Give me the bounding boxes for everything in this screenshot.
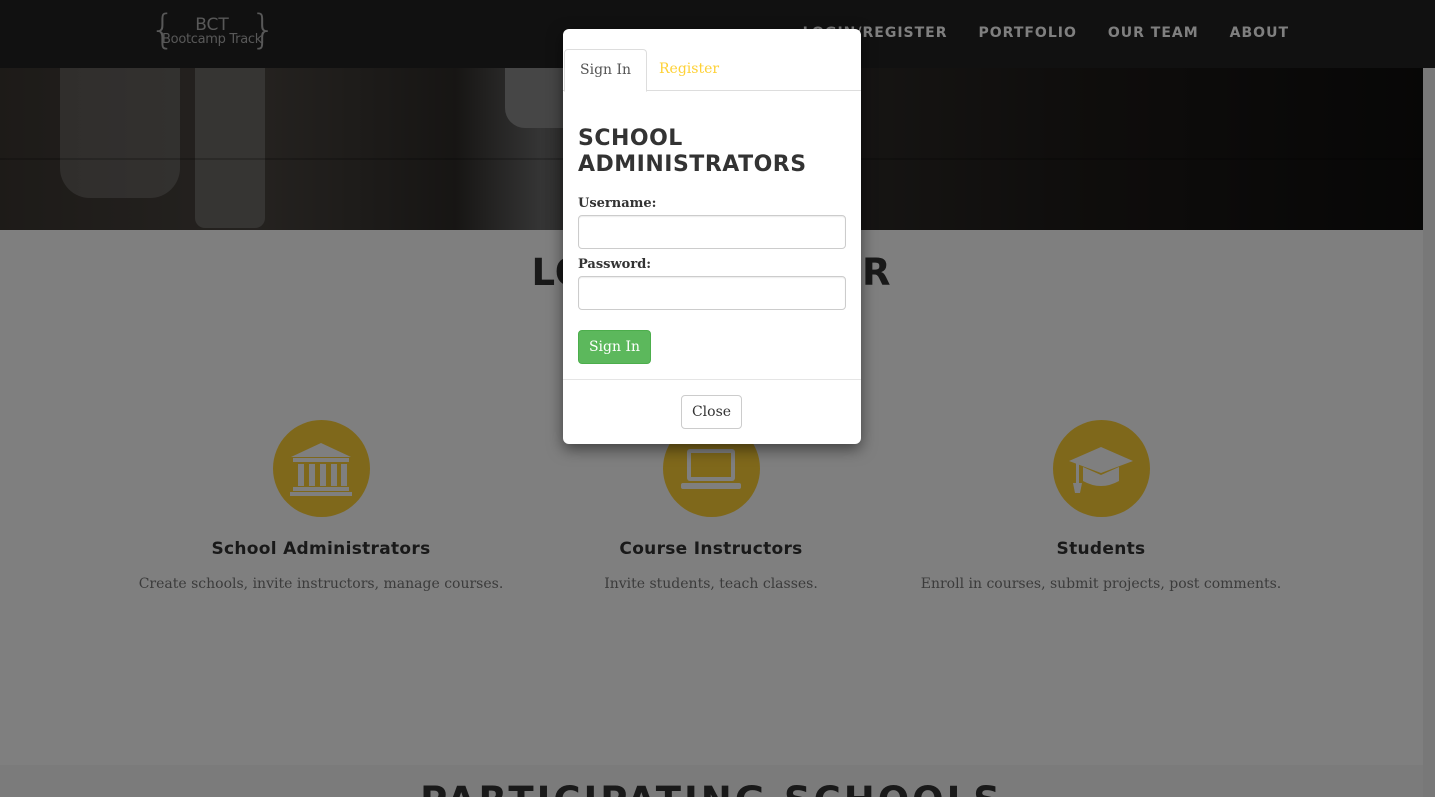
sign-in-button[interactable]: Sign In: [578, 330, 651, 364]
tab-sign-in[interactable]: Sign In: [564, 49, 648, 92]
username-input[interactable]: [578, 215, 846, 249]
password-input[interactable]: [578, 276, 846, 310]
password-label: Password:: [578, 257, 652, 272]
modal-tabs: Sign In Register: [563, 49, 861, 92]
login-modal: Sign In Register SCHOOL ADMINISTRATORS U…: [563, 29, 861, 444]
close-button[interactable]: Close: [681, 395, 742, 429]
modal-title: SCHOOL ADMINISTRATORS: [578, 126, 807, 177]
modal-footer-divider: [563, 379, 861, 380]
tab-register[interactable]: Register: [644, 49, 734, 91]
username-label: Username:: [578, 196, 657, 211]
